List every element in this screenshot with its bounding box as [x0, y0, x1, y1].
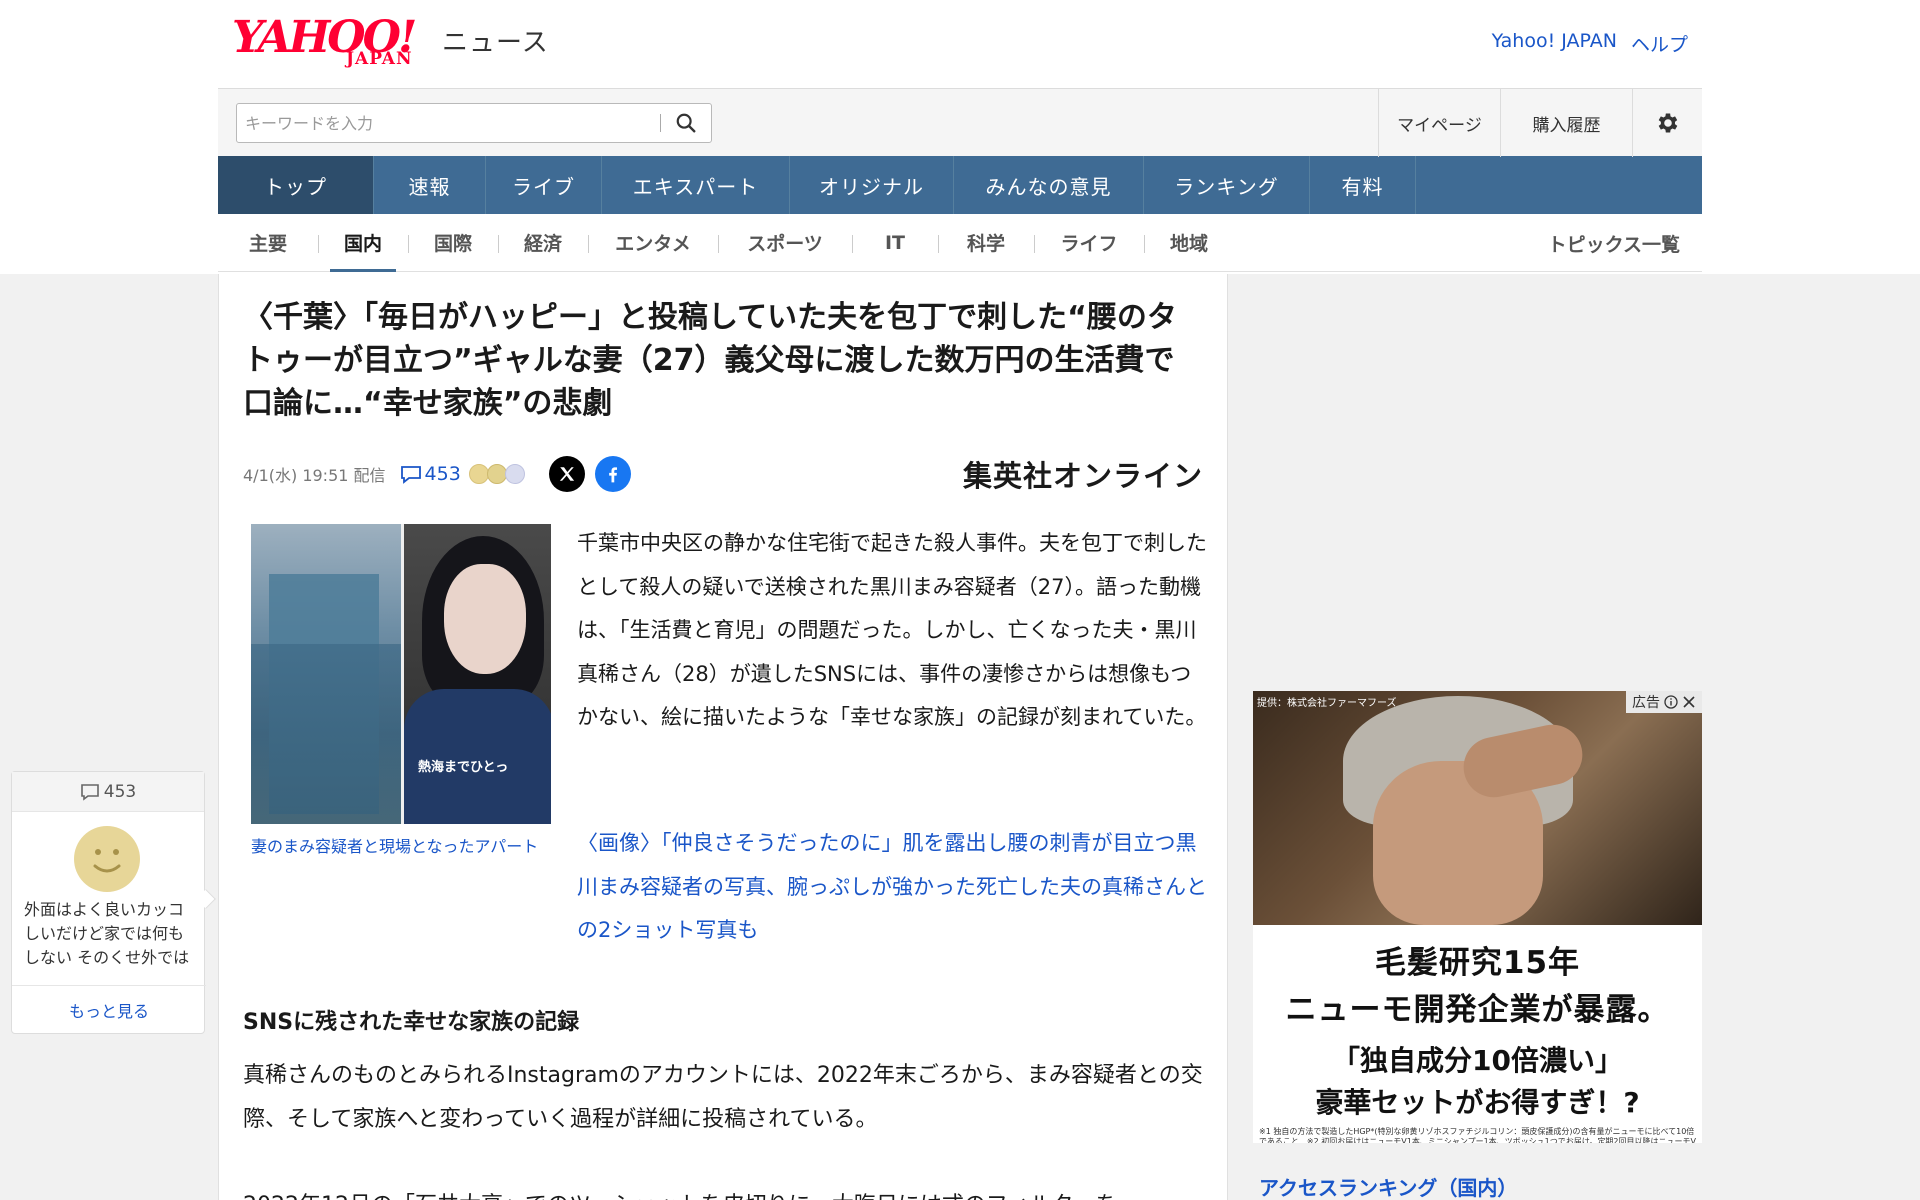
photo-overlay-text: 熱海までひとっ — [418, 760, 509, 775]
advertisement[interactable]: 提供：株式会社ファーマフーズ 広告 毛髪研究15年 ニューモ開発企業が暴露。 「… — [1253, 691, 1702, 1143]
help-link[interactable]: ヘルプ — [1631, 30, 1688, 57]
main-nav-item-4[interactable]: オリジナル — [790, 156, 954, 214]
category-tab-8[interactable]: ライフ — [1034, 214, 1144, 272]
building-shadow — [251, 644, 401, 824]
category-tab-9[interactable]: 地域 — [1144, 214, 1234, 272]
category-tab-1[interactable]: 国内 — [318, 214, 408, 272]
article-lead: 千葉市中央区の静かな住宅街で起きた殺人事件。夫を包丁で刺したとして殺人の疑いで送… — [577, 531, 1207, 729]
smile-reaction-icon — [486, 464, 507, 484]
ad-copy: 毛髪研究15年 ニューモ開発企業が暴露。 「独自成分10倍濃い」 豪華セットがお… — [1253, 925, 1702, 1143]
publisher-name[interactable]: 集英社オンライン — [963, 453, 1203, 495]
main-nav-item-0[interactable]: トップ — [218, 156, 374, 214]
search-icon — [676, 113, 696, 133]
close-icon[interactable] — [1682, 695, 1696, 709]
header-links: Yahoo! JAPAN ヘルプ — [1492, 30, 1688, 57]
comment-icon — [400, 466, 421, 484]
publish-date: 4/1(水) 19:51 配信 — [243, 466, 386, 485]
category-tab-2[interactable]: 国際 — [408, 214, 498, 272]
ad-provider: 提供：株式会社ファーマフーズ — [1257, 698, 1397, 709]
facebook-share-button[interactable] — [594, 456, 631, 492]
section-heading: SNSに残された幸せな家族の記録 — [243, 1010, 580, 1035]
main-nav-item-2[interactable]: ライブ — [486, 156, 602, 214]
article-body-paragraph-2: 2022年12月の「石井大亮」でのツーショットを皮切りに、大晦日には式のフィルタ… — [243, 1184, 1203, 1200]
category-navigation: 主要 国内 国際 経済 エンタメ スポーツ IT 科学 ライフ 地域 トピックス一覧 — [218, 214, 1702, 272]
happy-reaction-icon — [468, 464, 489, 484]
share-buttons — [548, 456, 631, 492]
logo-news-text: ニュース — [442, 28, 549, 58]
ad-headline-2: ニューモ開発企業が暴露。 — [1285, 992, 1670, 1028]
logo-japan-text: JAPAN — [346, 49, 413, 69]
search-button[interactable] — [661, 104, 711, 142]
mypage-link[interactable]: マイページ — [1378, 89, 1500, 157]
category-tab-3[interactable]: 経済 — [498, 214, 588, 272]
category-tab-0[interactable]: 主要 — [218, 214, 318, 272]
article-photo[interactable]: 熱海までひとっ — [251, 524, 551, 824]
comment-icon — [80, 783, 99, 801]
article-body-paragraph: 真稀さんのものとみられるInstagramのアカウントには、2022年末ごろから… — [243, 1063, 1203, 1132]
comment-widget-more-link[interactable]: もっと見る — [12, 985, 206, 1033]
main-navigation: トップ 速報 ライブ エキスパート オリジナル みんなの意見 ランキング 有料 — [218, 156, 1702, 214]
comment-widget-count-text: 453 — [103, 781, 137, 802]
comment-widget-pointer — [196, 889, 216, 909]
info-icon — [1664, 695, 1678, 709]
reaction-icons — [468, 464, 525, 484]
photo-caption[interactable]: 妻のまみ容疑者と現場となったアパート — [251, 834, 551, 859]
x-logo-icon — [559, 467, 574, 481]
ad-label: 広告 — [1632, 695, 1660, 711]
purchase-history-link[interactable]: 購入履歴 — [1500, 89, 1632, 157]
search-bar: マイページ 購入履歴 — [218, 88, 1702, 157]
main-nav-item-5[interactable]: みんなの意見 — [954, 156, 1144, 214]
search-input[interactable] — [237, 104, 660, 142]
category-tab-4[interactable]: エンタメ — [588, 214, 718, 272]
comment-widget-text: 外面はよく良いカッコしいだけど家では何もしない そのくせ外ではいい顔して… — [24, 900, 190, 967]
main-nav-item-7[interactable]: 有料 — [1310, 156, 1416, 214]
neutral-reaction-icon — [504, 464, 525, 484]
article-meta: 4/1(水) 19:51 配信 453 集英社オンライン — [243, 452, 1203, 496]
settings-button[interactable] — [1632, 89, 1702, 157]
main-nav-item-6[interactable]: ランキング — [1144, 156, 1310, 214]
related-image-link[interactable]: 〈画像〉「仲良さそうだったのに」肌を露出し腰の刺青が目立つ黒川まみ容疑者の写真、… — [577, 822, 1207, 953]
logo-mark: YAHOO! JAPAN — [232, 16, 438, 70]
comment-count-link[interactable]: 453 — [400, 463, 461, 485]
ad-headline-3: 「独自成分10倍濃い」 — [1332, 1044, 1623, 1077]
ad-headline-4: 豪華セットがお得すぎ！? — [1315, 1086, 1640, 1119]
topics-list-link[interactable]: トピックス一覧 — [1548, 214, 1680, 272]
category-tab-6[interactable]: IT — [852, 214, 938, 272]
main-nav-item-1[interactable]: 速報 — [374, 156, 486, 214]
top-container: YAHOO! JAPAN ニュース Yahoo! JAPAN ヘルプ マイページ… — [218, 0, 1702, 272]
smiley-avatar-icon — [74, 826, 140, 892]
access-ranking-title[interactable]: アクセスランキング（国内） — [1259, 1172, 1517, 1200]
ad-fine-print: ※1 独自の方法で製造したHGP*(特別な卵黄リゾホスファチジルコリン：頭皮保護… — [1259, 1127, 1696, 1143]
apartment-photo — [251, 524, 401, 824]
utility-links: マイページ 購入履歴 — [1378, 89, 1702, 157]
comment-count-text: 453 — [424, 463, 461, 485]
ad-headline-1: 毛髪研究15年 — [1374, 945, 1581, 981]
article-title: 〈千葉〉「毎日がハッピー」と投稿していた夫を包丁で刺した“腰のタトゥーが目立つ”… — [243, 300, 1177, 421]
ad-badge[interactable]: 広告 — [1626, 691, 1702, 713]
suspect-photo: 熱海までひとっ — [401, 524, 551, 824]
floating-comment-widget: 453 外面はよく良いカッコしいだけど家では何もしない そのくせ外ではいい顔して… — [11, 771, 216, 1034]
main-nav-item-3[interactable]: エキスパート — [602, 156, 790, 214]
category-tab-5[interactable]: スポーツ — [718, 214, 852, 272]
category-tab-7[interactable]: 科学 — [938, 214, 1034, 272]
x-share-button[interactable] — [548, 456, 585, 492]
comment-widget-count[interactable]: 453 — [12, 772, 204, 812]
gear-icon — [1658, 113, 1677, 133]
face-shape — [444, 564, 526, 674]
search-box — [236, 103, 712, 143]
article-main: 〈千葉〉「毎日がハッピー」と投稿していた夫を包丁で刺した“腰のタトゥーが目立つ”… — [218, 274, 1228, 1200]
yahoo-news-logo[interactable]: YAHOO! JAPAN ニュース — [232, 16, 549, 70]
yahoo-japan-link[interactable]: Yahoo! JAPAN — [1492, 30, 1617, 57]
ad-photo: 提供：株式会社ファーマフーズ 広告 — [1253, 691, 1702, 925]
facebook-logo-icon — [608, 467, 617, 483]
site-header: YAHOO! JAPAN ニュース Yahoo! JAPAN ヘルプ — [218, 0, 1702, 88]
